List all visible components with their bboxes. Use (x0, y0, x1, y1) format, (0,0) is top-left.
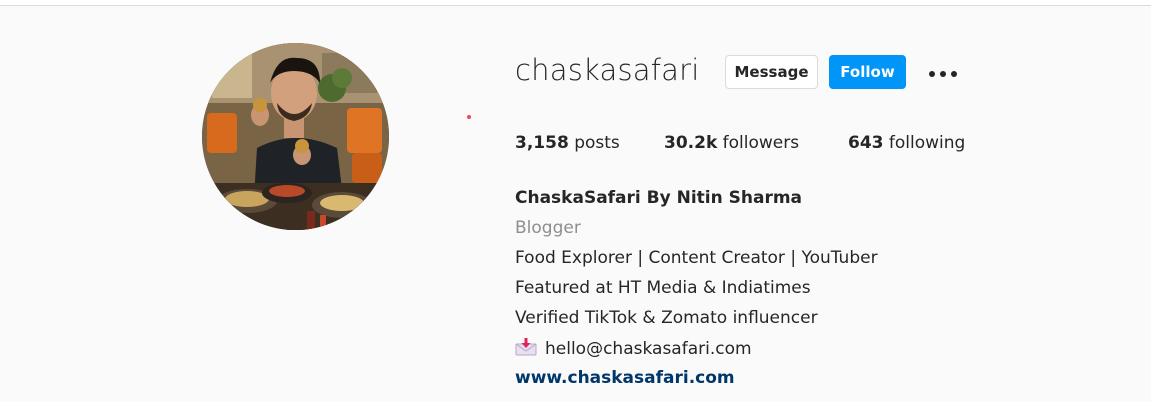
envelope-arrow-icon (515, 338, 537, 361)
bio-category: Blogger (515, 218, 581, 238)
more-options-icon[interactable] (928, 66, 958, 80)
message-button[interactable]: Message (725, 55, 818, 89)
bio-email: hello@chaskasafari.com (545, 339, 752, 359)
followers-label: followers (722, 133, 800, 153)
stat-following[interactable]: 643 following (848, 133, 965, 153)
bio-line: Food Explorer | Content Creator | YouTub… (515, 248, 878, 268)
followers-count: 30.2k (664, 133, 718, 153)
avatar-photo (202, 43, 389, 230)
following-count: 643 (848, 133, 884, 153)
profile-username: chaskasafari (515, 53, 700, 87)
profile-avatar[interactable] (202, 43, 389, 230)
posts-count: 3,158 (515, 133, 569, 153)
bio-email-line: hello@chaskasafari.com (515, 338, 752, 361)
following-label: following (888, 133, 966, 153)
posts-label: posts (574, 133, 620, 153)
bio-full-name: ChaskaSafari By Nitin Sharma (515, 188, 803, 208)
bio-website-link[interactable]: www.chaskasafari.com (515, 368, 735, 388)
stat-posts: 3,158 posts (515, 133, 620, 153)
follow-button[interactable]: Follow (829, 55, 906, 89)
bio-line: Featured at HT Media & Indiatimes (515, 278, 811, 298)
stat-followers[interactable]: 30.2k followers (664, 133, 799, 153)
notification-dot (467, 115, 471, 119)
bio-line: Verified TikTok & Zomato influencer (515, 308, 818, 328)
top-bar (0, 0, 1151, 6)
